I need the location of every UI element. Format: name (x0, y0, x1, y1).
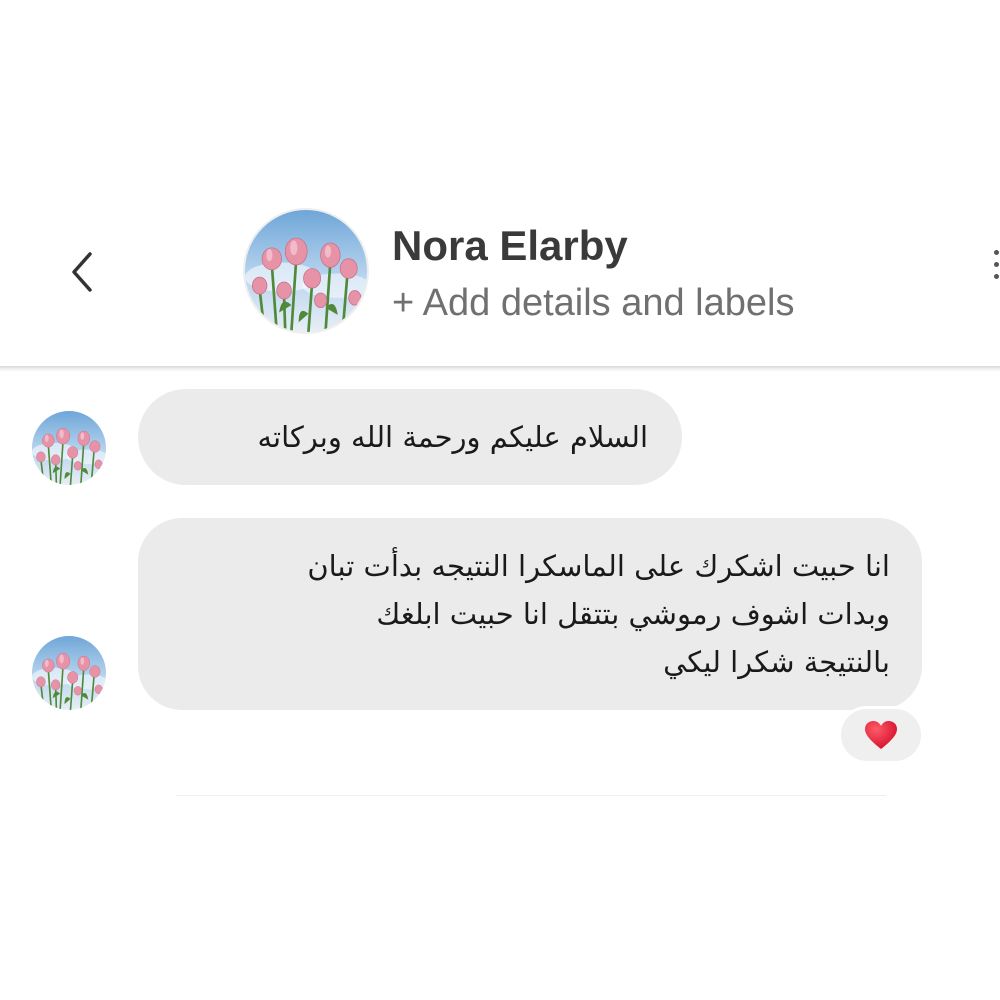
contact-avatar[interactable] (245, 210, 367, 332)
add-details-link[interactable]: + Add details and labels (392, 282, 794, 325)
message-avatar[interactable] (32, 636, 106, 710)
tulip-avatar-image (32, 636, 106, 710)
header-divider (0, 366, 1000, 372)
reaction-badge[interactable] (838, 706, 924, 764)
message-text-line: وبدات اشوف رموشي بتتقل انا حبيت ابلغك (376, 597, 890, 631)
tulip-avatar-image (245, 210, 367, 332)
contact-name[interactable]: Nora Elarby (392, 222, 628, 270)
chevron-left-icon (72, 252, 92, 292)
tulip-avatar-image (32, 411, 106, 485)
message-avatar[interactable] (32, 411, 106, 485)
message-bubble[interactable]: السلام عليكم ورحمة الله وبركاته (138, 389, 682, 485)
message-text: السلام عليكم ورحمة الله وبركاته (257, 420, 649, 454)
heart-icon (865, 721, 897, 749)
chat-header: Nora Elarby + Add details and labels (0, 0, 1000, 367)
more-vertical-icon[interactable] (992, 250, 1000, 290)
message-text-line: بالنتيجة شكرا ليكي (663, 645, 890, 679)
back-button[interactable] (52, 240, 112, 304)
message-bubble[interactable]: انا حبيت اشكرك على الماسكرا النتيجه بدأت… (138, 518, 922, 710)
divider (176, 795, 886, 796)
chat-screen: Nora Elarby + Add details and labels الس… (0, 0, 1000, 1000)
message-text-line: انا حبيت اشكرك على الماسكرا النتيجه بدأت… (307, 549, 890, 583)
